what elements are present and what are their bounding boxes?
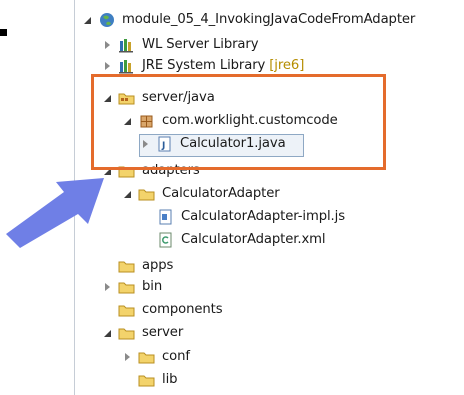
- tree-node-label: bin: [142, 279, 163, 294]
- tree-node-apps[interactable]: apps: [118, 255, 173, 277]
- xml-file-icon: [157, 232, 175, 248]
- tree-node-label: server: [142, 325, 184, 340]
- collapsed-triangle-icon[interactable]: [100, 38, 114, 52]
- tree-node-components[interactable]: components: [118, 299, 223, 321]
- folder-icon: [118, 258, 136, 274]
- tree-node-conf[interactable]: conf: [120, 346, 190, 368]
- bullet-dot: [0, 29, 7, 36]
- folder-icon: [118, 302, 136, 318]
- collapsed-triangle-icon[interactable]: [100, 280, 114, 294]
- tree-node-calculator-adapter[interactable]: CalculatorAdapter: [120, 183, 280, 205]
- folder-icon: [138, 186, 156, 202]
- library-icon: [118, 37, 136, 53]
- tree-node-label: CalculatorAdapter.xml: [181, 232, 326, 247]
- tree-node-label: CalculatorAdapter-impl.js: [181, 209, 345, 224]
- collapsed-triangle-icon[interactable]: [100, 59, 114, 73]
- tree-node-label: conf: [162, 349, 190, 364]
- expanded-triangle-icon[interactable]: [100, 326, 114, 340]
- tree-node-bin[interactable]: bin: [100, 276, 162, 298]
- folder-icon: [138, 372, 156, 388]
- tree-node-calculator-adapter-xml[interactable]: CalculatorAdapter.xml: [157, 229, 326, 251]
- folder-icon: [138, 349, 156, 365]
- library-icon: [118, 58, 136, 74]
- tree-node-calculator-adapter-impl-js[interactable]: CalculatorAdapter-impl.js: [157, 206, 345, 228]
- tree-node-lib[interactable]: lib: [138, 369, 178, 391]
- js-file-icon: [157, 209, 175, 225]
- tree-node-label: components: [142, 302, 223, 317]
- tree-node-root[interactable]: module_05_4_InvokingJavaCodeFromAdapter: [80, 9, 415, 31]
- callout-highlight-box: [91, 74, 386, 170]
- tree-node-label: CalculatorAdapter: [162, 186, 280, 201]
- tree-node-label: WL Server Library: [142, 37, 259, 52]
- tree-node-wl-server-library[interactable]: WL Server Library: [100, 34, 259, 56]
- project-globe-icon: [98, 12, 116, 28]
- tree-node-label: lib: [162, 372, 178, 387]
- tree-node-label: module_05_4_InvokingJavaCodeFromAdapter: [122, 12, 416, 27]
- tree-node-label: apps: [142, 258, 174, 273]
- folder-icon: [118, 279, 136, 295]
- expanded-triangle-icon[interactable]: [120, 187, 134, 201]
- folder-icon: [118, 325, 136, 341]
- collapsed-triangle-icon[interactable]: [120, 350, 134, 364]
- expanded-triangle-icon[interactable]: [80, 13, 94, 27]
- tree-node-server[interactable]: server: [100, 322, 183, 344]
- pointer-arrow-icon: [6, 178, 104, 248]
